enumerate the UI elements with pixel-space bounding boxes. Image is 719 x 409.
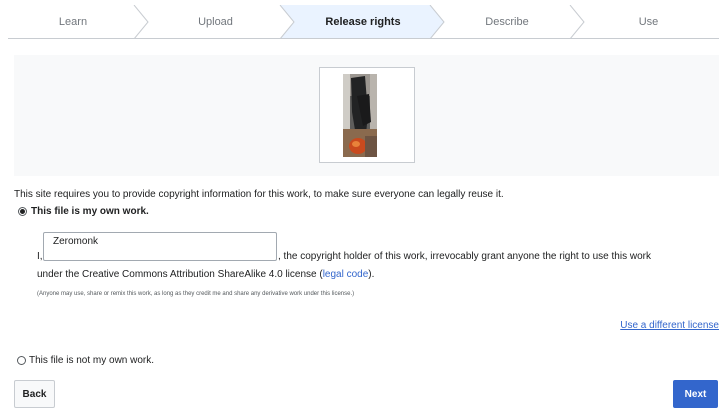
license-text-line2-start: under the Creative Commons Attribution S… [37, 269, 323, 280]
step-describe: Describe [485, 16, 529, 28]
not-own-work-label[interactable]: This file is not my own work. [29, 355, 154, 366]
next-button[interactable]: Next [673, 380, 718, 408]
step-use: Use [638, 16, 659, 28]
copyright-intro-text: This site requires you to provide copyri… [14, 189, 504, 200]
step-upload: Upload [198, 16, 233, 28]
author-name-input[interactable] [43, 232, 277, 261]
license-text-line1: , the copyright holder of this work, irr… [278, 251, 651, 262]
legal-code-link[interactable]: legal code [323, 269, 369, 280]
own-work-radio[interactable] [18, 207, 27, 216]
own-work-label[interactable]: This file is my own work. [31, 206, 149, 217]
license-small-print: (Anyone may use, share or remix this wor… [37, 291, 355, 297]
use-different-license-link[interactable]: Use a different license [620, 320, 719, 331]
step-release-rights: Release rights [325, 16, 401, 28]
not-own-work-radio[interactable] [17, 356, 26, 365]
license-prefix: I, [37, 251, 43, 262]
file-thumbnail [319, 67, 415, 163]
upload-steps-bar: Learn Upload Release rights Describe Use [8, 5, 719, 39]
license-text-line2-end: ). [368, 269, 375, 280]
step-learn: Learn [58, 16, 88, 28]
license-text-line2: under the Creative Commons Attribution S… [37, 269, 374, 280]
back-button[interactable]: Back [14, 380, 55, 408]
thumbnail-panel [14, 55, 719, 176]
thumbnail-image [343, 74, 377, 157]
